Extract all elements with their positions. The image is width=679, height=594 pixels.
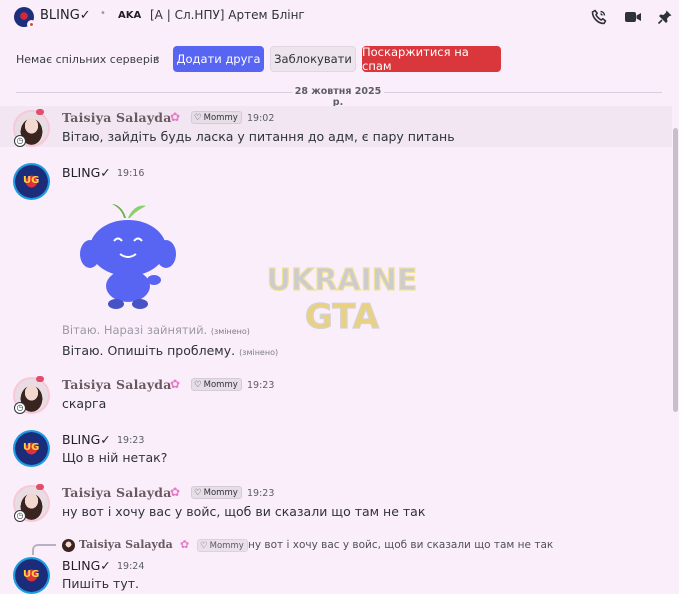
wumpus-sticker[interactable] <box>74 196 184 314</box>
avatar[interactable]: ◷ <box>13 109 50 147</box>
ukraine-gta-watermark: UKRAINE GTA <box>266 262 418 336</box>
message-content: Що в ній нетак? <box>62 450 168 465</box>
guild-tag[interactable]: ♡ Mommy <box>191 486 242 499</box>
avatar[interactable] <box>13 430 50 467</box>
guild-tag[interactable]: ♡ Mommy <box>191 111 242 124</box>
intro-separator: • <box>154 52 161 65</box>
avatar[interactable] <box>13 163 50 200</box>
message-timestamp: 19:23 <box>247 488 275 499</box>
date-divider-line <box>16 92 292 93</box>
message-content: Вітаю, зайдіть будь ласка у питання до а… <box>62 129 455 144</box>
header-aka-text: [A | Сл.НПУ] Артем Блінг <box>150 8 305 22</box>
edited-label: (змінено) <box>239 348 279 357</box>
edited-label: (змінено) <box>210 327 250 336</box>
message-content: ну вот і хочу вас у войс, щоб ви сказали… <box>62 504 426 519</box>
heart-icon: ♡ <box>194 379 202 390</box>
message-author[interactable]: BLING✓ <box>62 432 111 447</box>
message-content: скарга <box>62 396 107 411</box>
heart-icon: ♡ <box>194 487 202 498</box>
guild-tag-label: Mommy <box>203 112 238 123</box>
guild-tag-label: Mommy <box>203 487 238 498</box>
reply-connector <box>32 544 56 555</box>
date-divider: 28 жовтня 2025 р. <box>292 86 384 108</box>
header-username[interactable]: BLING✓ <box>40 8 91 23</box>
report-spam-button[interactable]: Поскаржитися на спам <box>362 45 501 73</box>
guild-tag-label: Mommy <box>203 379 238 390</box>
message-timestamp: 19:02 <box>247 113 275 124</box>
message-text: Вітаю. Наразі зайнятий. <box>62 323 208 337</box>
video-icon[interactable] <box>624 8 642 26</box>
reply-author[interactable]: Taisiya Salayda <box>79 538 173 551</box>
message-content: Вітаю. Опишіть проблему. (змінено) <box>62 343 278 358</box>
message-content-old: Вітаю. Наразі зайнятий. (змінено) <box>62 323 250 337</box>
message-author[interactable]: Taisiya Salayda <box>62 110 172 125</box>
phone-icon[interactable] <box>590 8 608 26</box>
watermark-line1: UKRAINE <box>267 263 418 298</box>
flower-icon: ✿ <box>170 110 181 124</box>
message-timestamp: 19:23 <box>247 380 275 391</box>
header-avatar[interactable] <box>14 7 36 29</box>
heart-icon: ♡ <box>200 540 208 551</box>
header-aka-label: AKA <box>118 10 142 21</box>
message-content: Пишіть тут. <box>62 576 139 591</box>
avatar[interactable] <box>13 557 50 594</box>
header-separator: • <box>100 8 106 19</box>
date-divider-line <box>384 92 662 93</box>
guild-tag-label: Mommy <box>209 540 244 551</box>
reply-preview[interactable]: ну вот і хочу вас у войс, щоб ви сказали… <box>248 539 553 551</box>
block-button[interactable]: Заблокувати <box>270 46 356 72</box>
flower-icon: ✿ <box>170 377 181 391</box>
watermark-line2: GTA <box>305 297 380 336</box>
message-text: Вітаю. Опишіть проблему. <box>62 343 236 358</box>
no-mutual-servers[interactable]: Немає спільних серверів <box>16 53 159 66</box>
clock-badge-icon: ◷ <box>14 135 26 147</box>
avatar[interactable]: ◷ <box>13 376 50 414</box>
status-dnd-icon <box>27 20 36 29</box>
message-author[interactable]: BLING✓ <box>62 165 111 180</box>
guild-tag[interactable]: ♡ Mommy <box>191 378 242 391</box>
avatar[interactable]: ◷ <box>13 484 50 522</box>
pin-icon[interactable] <box>656 8 674 26</box>
message-author[interactable]: Taisiya Salayda <box>62 377 172 392</box>
message-timestamp: 19:24 <box>117 561 145 572</box>
heart-icon: ♡ <box>194 112 202 123</box>
flower-icon: ✿ <box>180 538 190 551</box>
flower-icon: ✿ <box>170 485 181 499</box>
guild-tag[interactable]: ♡ Mommy <box>197 539 248 552</box>
clock-badge-icon: ◷ <box>14 510 26 522</box>
reply-avatar[interactable] <box>62 539 75 552</box>
dm-header: BLING✓ • AKA [A | Сл.НПУ] Артем Блінг <box>0 0 679 33</box>
message-timestamp: 19:23 <box>117 435 145 446</box>
clock-badge-icon: ◷ <box>14 402 26 414</box>
message-author[interactable]: BLING✓ <box>62 558 111 573</box>
message-timestamp: 19:16 <box>117 168 145 179</box>
scrollbar-thumb[interactable] <box>673 128 678 412</box>
message-author[interactable]: Taisiya Salayda <box>62 485 172 500</box>
add-friend-button[interactable]: Додати друга <box>173 46 264 72</box>
